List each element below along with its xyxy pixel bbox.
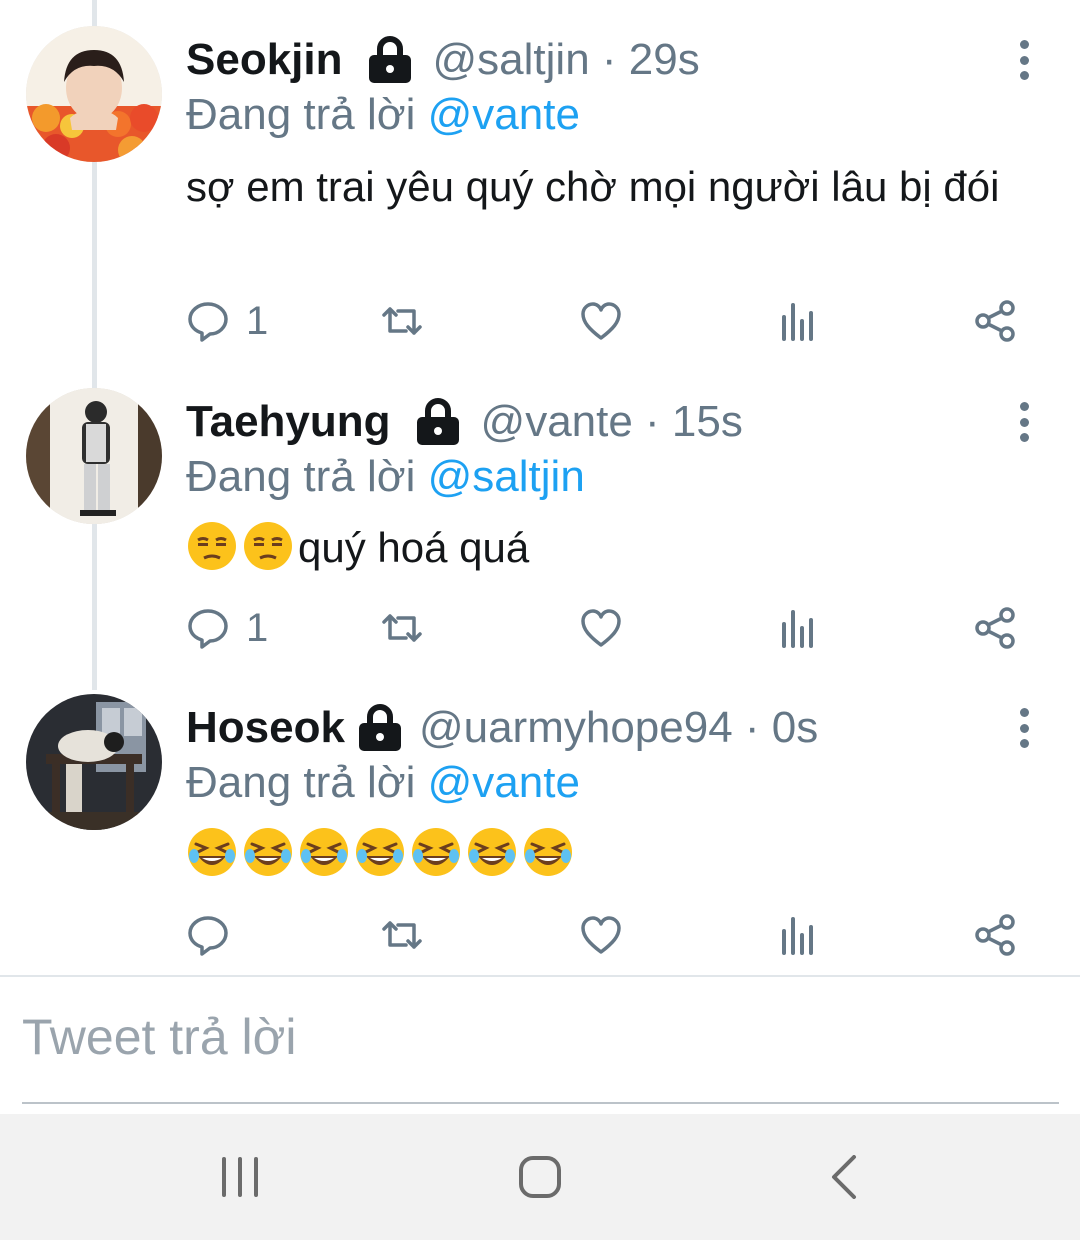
mention-link[interactable]: @vante [428,90,580,139]
home-button[interactable] [498,1114,582,1240]
reply-count: 1 [246,298,269,343]
tweet-header: Hoseok @uarmyhope94 · 0s [186,698,818,758]
like-button[interactable] [579,910,623,960]
tweet-text-content: quý hoá quá [298,524,530,571]
tweet-header: Seokjin @saltjin · 29s [186,30,700,90]
mention-link[interactable]: @saltjin [428,452,585,501]
reply-input-underline [22,1102,1059,1104]
heart-icon [581,609,621,647]
lock-icon [415,398,461,446]
replying-prefix: Đang trả lời [186,758,428,807]
display-name[interactable]: Hoseok [186,703,345,753]
reply-button[interactable] [186,910,246,960]
rolling-on-floor-laughing-icon [354,826,406,878]
tweet-text [186,826,1046,881]
like-button[interactable] [579,603,623,653]
avatar[interactable] [26,388,162,524]
reply-button[interactable]: 1 [186,603,268,653]
analytics-icon [782,917,813,955]
mention-link[interactable]: @vante [428,758,580,807]
lock-icon [367,36,413,84]
analytics-icon [782,303,813,341]
share-icon [975,300,1015,342]
display-name[interactable]: Taehyung [186,397,391,447]
reply-icon [188,609,228,649]
replying-prefix: Đang trả lời [186,90,428,139]
unamused-face-icon [242,520,294,572]
back-icon [832,1155,856,1199]
more-options-icon[interactable] [1016,708,1032,748]
analytics-button[interactable] [776,296,820,346]
unamused-face-icon [186,520,238,572]
retweet-button[interactable] [380,603,424,653]
rolling-on-floor-laughing-icon [466,826,518,878]
reply-input[interactable]: Tweet trả lời [22,1008,297,1066]
share-button[interactable] [973,296,1017,346]
heart-icon [581,916,621,954]
more-options-icon[interactable] [1016,402,1032,442]
display-name[interactable]: Seokjin [186,35,343,85]
handle-and-time: @uarmyhope94 · 0s [418,703,819,752]
replying-to: Đang trả lời @vante [186,758,580,808]
tweet-seokjin[interactable]: Seokjin @saltjin · 29s Đang trả lời @van… [0,0,1080,370]
avatar[interactable] [26,26,162,162]
analytics-button[interactable] [776,910,820,960]
recent-apps-button[interactable] [200,1114,280,1240]
divider [0,975,1080,977]
reply-icon [188,916,228,956]
lock-icon [357,704,403,752]
system-navigation-bar [0,1114,1080,1240]
share-button[interactable] [973,910,1017,960]
retweet-icon [382,307,422,335]
tweet-hoseok[interactable]: Hoseok @uarmyhope94 · 0s Đang trả lời @v… [0,680,1080,975]
share-icon [975,914,1015,956]
share-icon [975,607,1015,649]
rolling-on-floor-laughing-icon [242,826,294,878]
rolling-on-floor-laughing-icon [522,826,574,878]
home-icon [519,1156,561,1198]
heart-icon [581,302,621,340]
retweet-button[interactable] [380,910,424,960]
tweet-text: sợ em trai yêu quý chờ mọi người lâu bị … [186,163,1000,210]
reply-icon [188,302,228,342]
tweet-actions [0,910,1080,960]
handle-and-time: @vante · 15s [480,397,743,446]
tweet-taehyung[interactable]: Taehyung @vante · 15s Đang trả lời @salt… [0,370,1080,680]
tweet-text: quý hoá quá [186,520,1046,575]
tweet-actions: 1 [0,296,1080,346]
replying-to: Đang trả lời @vante [186,90,580,140]
reply-button[interactable]: 1 [186,296,268,346]
back-button[interactable] [804,1114,884,1240]
reply-count: 1 [246,605,269,650]
rolling-on-floor-laughing-icon [298,826,350,878]
handle-and-time: @saltjin · 29s [432,35,700,84]
analytics-button[interactable] [776,603,820,653]
replying-to: Đang trả lời @saltjin [186,452,585,502]
retweet-icon [382,921,422,949]
retweet-button[interactable] [380,296,424,346]
tweet-actions: 1 [0,603,1080,653]
retweet-icon [382,614,422,642]
recent-apps-icon [222,1157,258,1197]
avatar[interactable] [26,694,162,830]
rolling-on-floor-laughing-icon [186,826,238,878]
tweet-header: Taehyung @vante · 15s [186,392,743,452]
rolling-on-floor-laughing-icon [410,826,462,878]
like-button[interactable] [579,296,623,346]
replying-prefix: Đang trả lời [186,452,428,501]
more-options-icon[interactable] [1016,40,1032,80]
share-button[interactable] [973,603,1017,653]
analytics-icon [782,610,813,648]
